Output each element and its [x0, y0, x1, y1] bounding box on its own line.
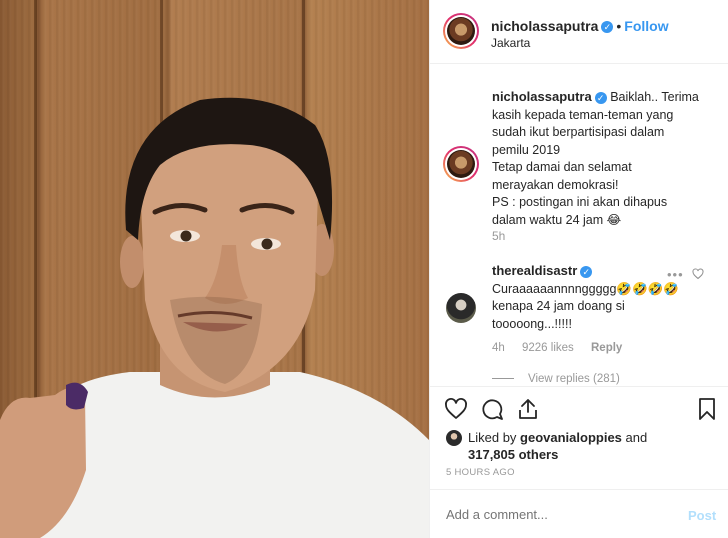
verified-icon: ✓: [601, 21, 614, 34]
share-icon[interactable]: [516, 397, 540, 421]
verified-icon: ✓: [594, 91, 607, 104]
comment-body: therealdisastr ✓ Curaaaaaannnnggggg🤣🤣🤣🤣 k…: [492, 262, 679, 333]
more-options-icon[interactable]: •••: [667, 267, 684, 282]
reply-button[interactable]: Reply: [591, 342, 622, 354]
caption-line: sudah ikut berpartisipasi dalam: [492, 125, 665, 139]
commenter-avatar[interactable]: [446, 293, 476, 323]
author-avatar[interactable]: [443, 13, 479, 49]
verified-icon: ✓: [580, 265, 593, 278]
comment-line: kenapa 24 jam doang si: [492, 299, 625, 313]
comment-icon[interactable]: [480, 397, 504, 421]
post-button[interactable]: Post: [688, 508, 716, 523]
comment-composer: Post: [430, 489, 728, 538]
caption-author-avatar[interactable]: [443, 146, 479, 182]
location-link[interactable]: Jakarta: [491, 36, 530, 50]
caption-line: Tetap damai dan selamat: [492, 160, 632, 174]
comments-list[interactable]: nicholassaputra ✓ Baiklah.. Terima kasih …: [430, 65, 728, 385]
caption-line: dalam waktu 24 jam 😂: [492, 212, 622, 227]
heart-icon[interactable]: [444, 397, 468, 421]
post-photo[interactable]: [0, 0, 429, 538]
bookmark-icon[interactable]: [695, 397, 719, 421]
caption-line: kasih kepada teman-teman yang: [492, 107, 674, 122]
comment-line: Curaaaaaannnnggggg🤣🤣🤣🤣: [492, 281, 679, 296]
separator: •: [616, 18, 622, 34]
caption-line: PS : postingan ini akan dihapus: [492, 195, 668, 209]
liker-username[interactable]: geovanialoppies: [520, 430, 622, 445]
person-illustration: [0, 97, 429, 538]
likes-middle: and: [621, 430, 648, 445]
likes-count[interactable]: 317,805 others: [468, 447, 558, 462]
post-timestamp[interactable]: 5 HOURS AGO: [446, 467, 515, 478]
action-bar-divider: [430, 386, 728, 387]
post-header: nicholassaputra ✓ • Follow Jakarta: [430, 0, 728, 64]
comment-meta: 4h 9226 likes Reply: [492, 342, 636, 354]
comment-input[interactable]: [446, 507, 666, 522]
caption-username[interactable]: nicholassaputra: [492, 89, 592, 104]
view-replies-label: View replies (281): [528, 373, 620, 385]
caption-line: Baiklah.. Terima: [610, 90, 699, 104]
caption-time[interactable]: 5h: [492, 229, 505, 243]
likes-text: Liked by geovanialoppies and 317,805 oth…: [468, 429, 647, 463]
liker-avatar[interactable]: [446, 430, 462, 446]
view-replies-button[interactable]: View replies (281): [492, 373, 620, 385]
follow-button[interactable]: Follow: [624, 18, 668, 34]
caption: nicholassaputra ✓ Baiklah.. Terima kasih …: [492, 88, 717, 229]
author-username[interactable]: nicholassaputra: [491, 18, 598, 34]
likes-prefix: Liked by: [468, 430, 521, 445]
post-sidebar: nicholassaputra ✓ • Follow Jakarta nicholas…: [429, 0, 728, 538]
comment-time[interactable]: 4h: [492, 342, 505, 354]
comment-line: tooooong...!!!!!: [492, 316, 572, 331]
header-user-line: nicholassaputra ✓ • Follow: [491, 18, 669, 34]
comment-heart-icon[interactable]: [692, 268, 704, 280]
replies-rule: [492, 378, 514, 380]
caption-line: merayakan demokrasi!: [492, 177, 619, 192]
caption-line: pemilu 2019: [492, 142, 561, 157]
commenter-username[interactable]: therealdisastr: [492, 263, 577, 278]
comment-likes[interactable]: 9226 likes: [522, 342, 574, 354]
